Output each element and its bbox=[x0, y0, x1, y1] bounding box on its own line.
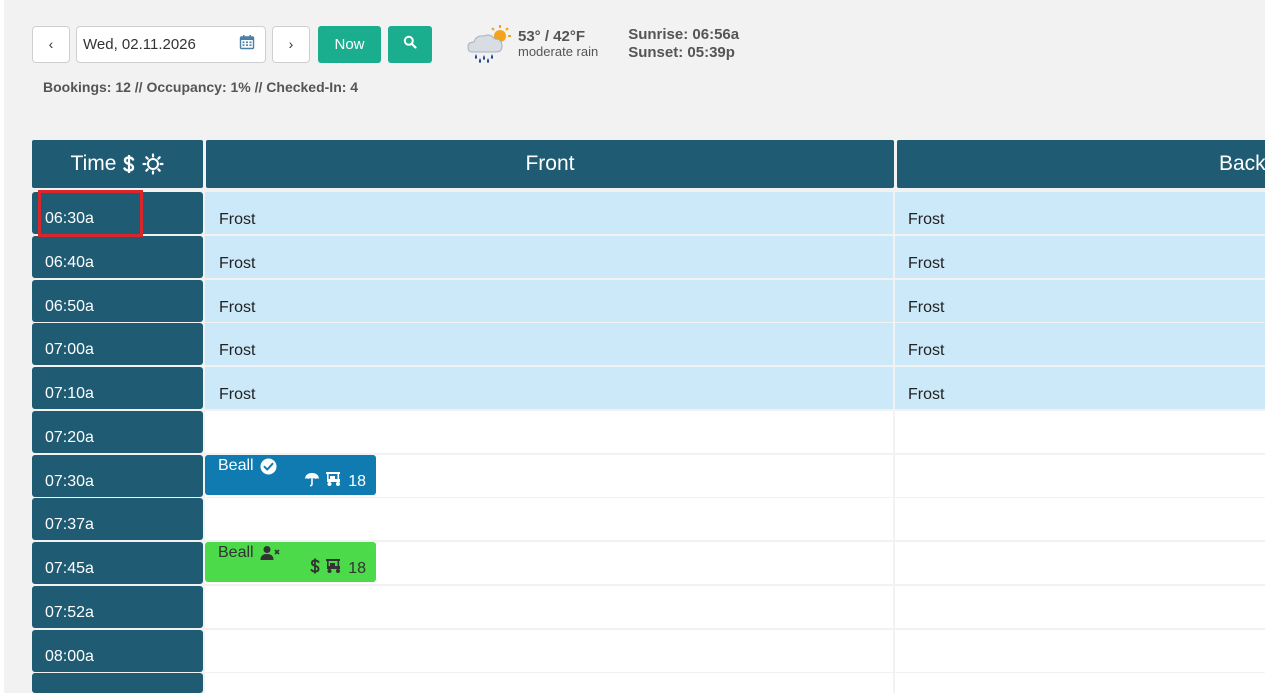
front-slot[interactable]: Frost bbox=[205, 192, 893, 234]
prev-day-button[interactable]: ‹ bbox=[32, 25, 70, 63]
front-slot[interactable]: Frost bbox=[205, 236, 893, 278]
toolbar: ‹ Wed, 02.11.2026 › Now 53° / 42°F moder… bbox=[32, 25, 739, 63]
next-day-button[interactable]: › bbox=[272, 25, 310, 63]
holes-count: 18 bbox=[348, 559, 366, 577]
booking-name: Beall bbox=[218, 457, 254, 474]
back-slot[interactable]: Frost bbox=[895, 367, 1265, 409]
time-cell[interactable]: 07:30a bbox=[32, 455, 203, 497]
time-cell[interactable]: 08:00a bbox=[32, 630, 203, 672]
booking-stats: Bookings: 12 // Occupancy: 1% // Checked… bbox=[43, 79, 359, 95]
booking-card[interactable]: Beall 18 bbox=[205, 455, 376, 495]
rain-cloud-sun-icon bbox=[464, 24, 514, 64]
time-cell[interactable]: 07:52a bbox=[32, 586, 203, 628]
back-slot[interactable] bbox=[895, 411, 1265, 453]
back-slot[interactable]: Frost bbox=[895, 280, 1265, 322]
date-field[interactable]: Wed, 02.11.2026 bbox=[76, 25, 266, 63]
search-button[interactable] bbox=[388, 25, 432, 63]
time-column-header: Time bbox=[32, 140, 203, 188]
time-cell[interactable]: 06:50a bbox=[32, 280, 203, 322]
weather-widget: 53° / 42°F moderate rain Sunrise: 06:56a… bbox=[464, 24, 739, 64]
dollar-icon[interactable] bbox=[122, 154, 136, 174]
front-column-header: Front bbox=[206, 140, 894, 188]
time-cell[interactable]: 07:10a bbox=[32, 367, 203, 409]
back-slot[interactable] bbox=[895, 673, 1265, 693]
dollar-icon bbox=[310, 558, 320, 579]
time-header-label: Time bbox=[70, 152, 117, 175]
weather-condition: moderate rain bbox=[518, 44, 599, 59]
front-slot[interactable]: Frost bbox=[205, 323, 893, 365]
time-cell[interactable] bbox=[32, 673, 203, 693]
temperature: 53° / 42°F bbox=[518, 28, 586, 45]
back-slot[interactable] bbox=[895, 455, 1265, 497]
sunrise-time: Sunrise: 06:56a bbox=[628, 26, 740, 43]
umbrella-icon bbox=[304, 471, 320, 492]
time-cell[interactable]: 06:40a bbox=[32, 236, 203, 278]
booking-name: Beall bbox=[218, 544, 254, 561]
front-slot[interactable] bbox=[205, 673, 893, 693]
time-cell[interactable]: 07:00a bbox=[32, 323, 203, 365]
back-slot[interactable] bbox=[895, 542, 1265, 584]
back-slot[interactable]: Frost bbox=[895, 236, 1265, 278]
time-cell[interactable]: 07:37a bbox=[32, 498, 203, 540]
front-slot[interactable] bbox=[205, 411, 893, 453]
holes-count: 18 bbox=[348, 472, 366, 490]
back-slot[interactable] bbox=[895, 630, 1265, 672]
sun-icon[interactable] bbox=[142, 153, 165, 175]
selection-highlight bbox=[38, 190, 143, 237]
back-slot[interactable] bbox=[895, 498, 1265, 540]
front-slot[interactable]: Frost bbox=[205, 367, 893, 409]
search-icon bbox=[403, 35, 417, 53]
user-not-checked-in-icon bbox=[260, 545, 282, 561]
calendar-icon[interactable] bbox=[239, 34, 255, 54]
sunset-time: Sunset: 05:39p bbox=[628, 44, 735, 61]
back-slot[interactable] bbox=[895, 586, 1265, 628]
back-column-header: Back bbox=[897, 140, 1265, 188]
front-slot[interactable]: Frost bbox=[205, 280, 893, 322]
front-slot[interactable] bbox=[205, 586, 893, 628]
golf-cart-icon bbox=[325, 471, 343, 492]
date-value: Wed, 02.11.2026 bbox=[83, 35, 196, 53]
time-cell[interactable]: 07:20a bbox=[32, 411, 203, 453]
front-slot[interactable] bbox=[205, 498, 893, 540]
time-cell[interactable]: 07:45a bbox=[32, 542, 203, 584]
back-slot[interactable]: Frost bbox=[895, 192, 1265, 234]
front-slot[interactable] bbox=[205, 630, 893, 672]
golf-cart-icon bbox=[325, 558, 343, 579]
back-slot[interactable]: Frost bbox=[895, 323, 1265, 365]
checked-in-icon bbox=[260, 458, 277, 475]
now-button[interactable]: Now bbox=[318, 25, 381, 63]
booking-card[interactable]: Beall 18 bbox=[205, 542, 376, 582]
